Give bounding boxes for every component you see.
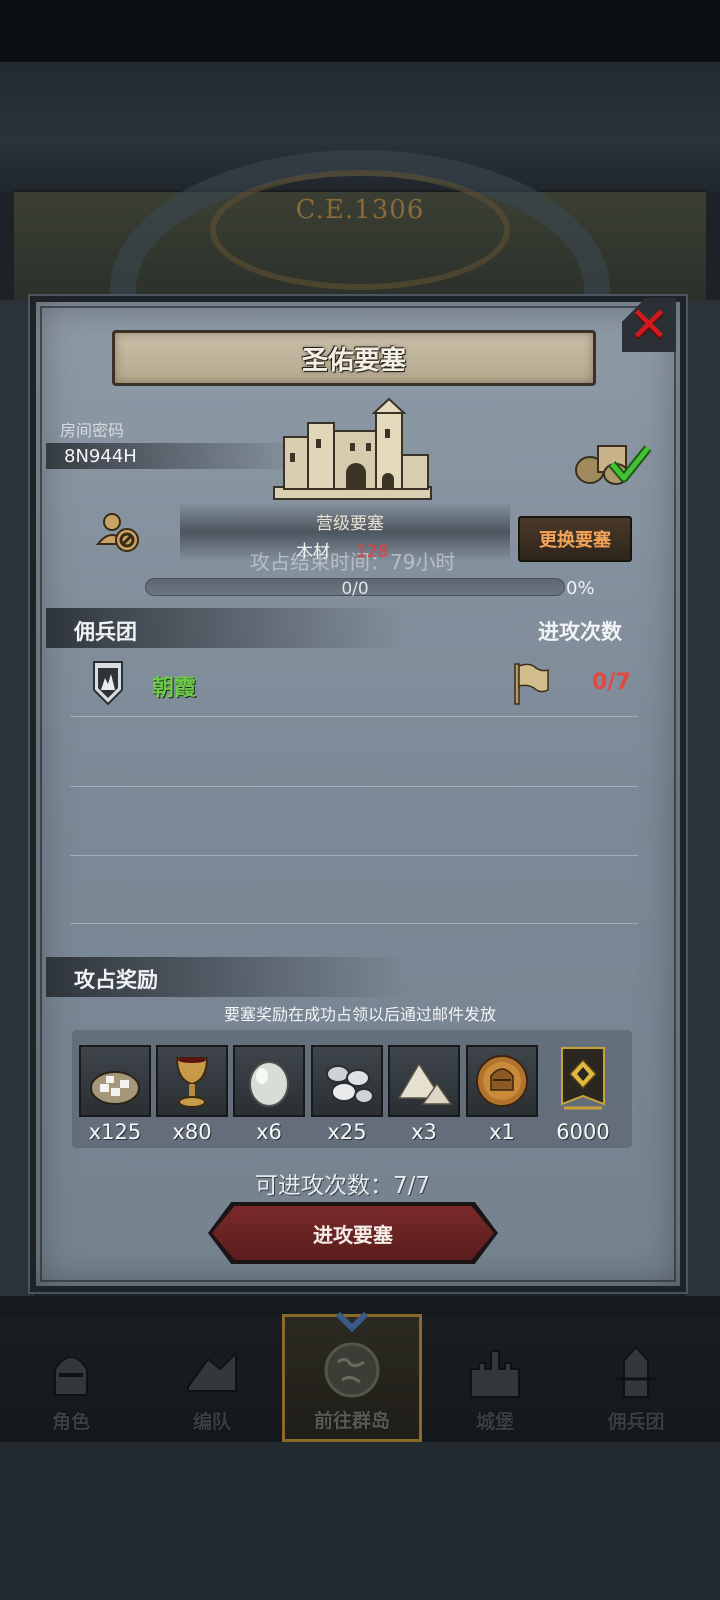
nav-label: 前往群岛 bbox=[313, 1410, 390, 1432]
attack-fortress-button[interactable]: 进攻要塞 bbox=[212, 1206, 494, 1260]
row-divider bbox=[70, 923, 638, 924]
chevron-down-icon bbox=[335, 1311, 369, 1333]
year-label: C.E.1306 bbox=[295, 195, 425, 225]
resource-value: 128 bbox=[356, 542, 389, 562]
backdrop-left bbox=[0, 300, 34, 1300]
no-user-icon bbox=[95, 513, 139, 552]
resource-label: 木材 bbox=[296, 542, 330, 562]
top-bar bbox=[0, 0, 720, 62]
close-button[interactable]: ✕ bbox=[622, 298, 676, 352]
close-x-icon: ✕ bbox=[628, 297, 670, 353]
ore-sack-icon bbox=[90, 1071, 140, 1105]
reward-quantity: x80 bbox=[172, 1120, 212, 1144]
reward-quantity: x1 bbox=[489, 1120, 515, 1144]
castle-illustration-icon bbox=[273, 397, 432, 500]
bottom-fill bbox=[0, 1442, 720, 1600]
reward-slot[interactable] bbox=[311, 1045, 383, 1117]
reward-slot[interactable] bbox=[388, 1045, 460, 1117]
change-fortress-button[interactable]: 更换要塞 bbox=[518, 516, 632, 562]
reward-header: 攻占奖励 bbox=[74, 968, 158, 992]
attack-remaining: 可进攻次数：7/7 bbox=[255, 1173, 431, 1199]
salt-pile-icon bbox=[397, 1062, 453, 1105]
goblet-icon bbox=[175, 1057, 209, 1108]
mercenary-header: 佣兵团 bbox=[74, 620, 137, 644]
reward-quantity: x25 bbox=[327, 1120, 367, 1144]
reward-quantity: x6 bbox=[256, 1120, 282, 1144]
globe-icon bbox=[324, 1342, 380, 1398]
progress-percent: 0% bbox=[566, 578, 595, 599]
title-banner: 圣佑要塞 bbox=[112, 330, 596, 386]
knight-medal-icon bbox=[476, 1055, 528, 1107]
resource-line: 木材 128 bbox=[296, 537, 388, 562]
room-code-label: 房间密码 bbox=[60, 421, 125, 440]
nav-item-mercenary[interactable]: 佣兵团 bbox=[565, 1320, 707, 1440]
reward-quantity: x3 bbox=[411, 1120, 437, 1144]
nav-item-castle[interactable]: 城堡 bbox=[424, 1320, 566, 1440]
nav-label: 角色 bbox=[51, 1411, 90, 1433]
reward-note: 要塞奖励在成功占领以后通过邮件发放 bbox=[223, 1005, 496, 1024]
supplies-check-icon bbox=[575, 445, 652, 485]
backdrop-right bbox=[686, 300, 720, 1300]
guild-emblem-icon bbox=[93, 661, 123, 706]
flag-icon bbox=[514, 663, 549, 705]
reward-slot[interactable] bbox=[233, 1045, 305, 1117]
row-divider bbox=[70, 716, 638, 717]
dialog-title: 圣佑要塞 bbox=[301, 345, 406, 376]
knight-helmet-icon bbox=[54, 1356, 88, 1396]
nav-label: 城堡 bbox=[475, 1411, 514, 1433]
nav-label: 编队 bbox=[192, 1411, 231, 1433]
nav-label: 佣兵团 bbox=[607, 1411, 665, 1433]
nav-item-character[interactable]: 角色 bbox=[0, 1320, 142, 1440]
silver-coins-icon bbox=[326, 1065, 374, 1104]
room-code-value: 8N944H bbox=[64, 446, 137, 467]
fortress-level: 营级要塞 bbox=[316, 514, 384, 534]
row-divider bbox=[70, 786, 638, 787]
reward-slot[interactable] bbox=[466, 1045, 538, 1117]
reward-quantity: x125 bbox=[88, 1120, 142, 1144]
formation-icon bbox=[187, 1350, 237, 1392]
nav-item-formation[interactable]: 编队 bbox=[141, 1320, 283, 1440]
row-divider bbox=[70, 855, 638, 856]
attack-fortress-label: 进攻要塞 bbox=[313, 1222, 393, 1247]
attack-count-header: 进攻次数 bbox=[538, 620, 622, 644]
mercenary-icon bbox=[616, 1345, 656, 1398]
reward-slot[interactable] bbox=[79, 1045, 151, 1117]
guild-attack-count: 0/7 bbox=[592, 670, 631, 695]
reward-quantity: 6000 bbox=[556, 1120, 610, 1144]
guild-name[interactable]: 朝霞 bbox=[152, 670, 196, 702]
castle-icon bbox=[470, 1350, 520, 1398]
clock-inner-decoration bbox=[210, 170, 510, 290]
change-fortress-label: 更换要塞 bbox=[539, 530, 611, 551]
reward-slot[interactable] bbox=[156, 1045, 228, 1117]
rank-banner-icon[interactable] bbox=[560, 1046, 606, 1114]
progress-count: 0/0 bbox=[341, 579, 369, 599]
pearl-icon bbox=[249, 1061, 289, 1107]
